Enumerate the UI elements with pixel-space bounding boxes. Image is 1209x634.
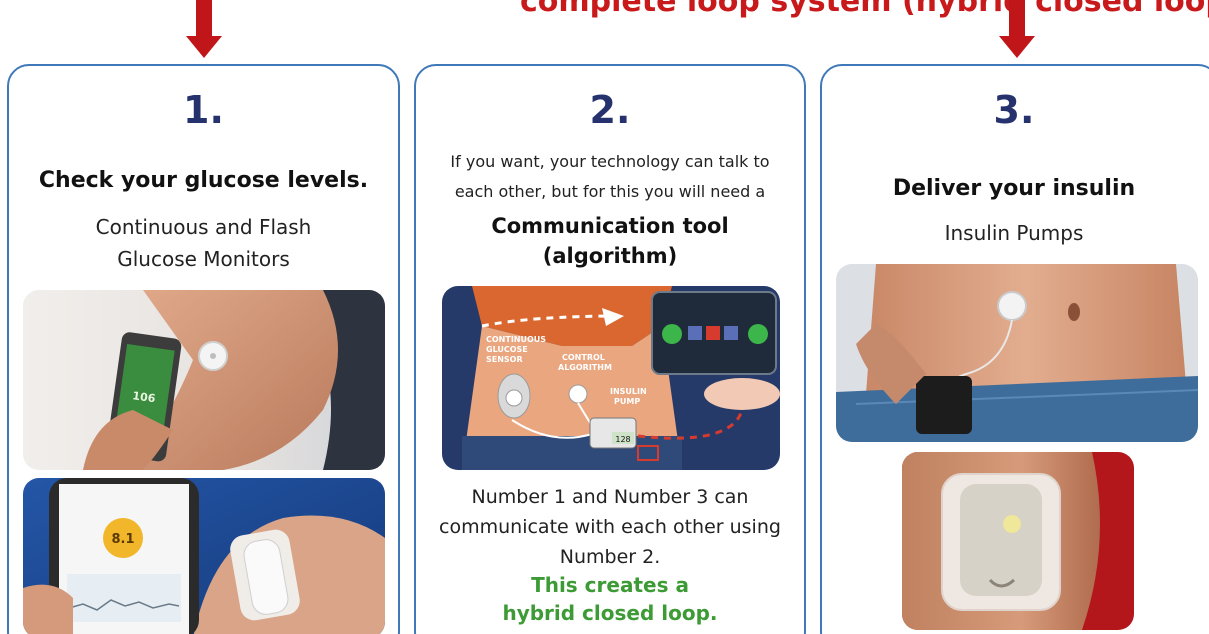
- panel-check-glucose: 1. Check your glucose levels. Continuous…: [7, 64, 400, 634]
- label-sensor-1: CONTINUOUS: [486, 335, 546, 344]
- insulin-pump-abdomen-photo: [836, 264, 1198, 442]
- panel-number: 2.: [589, 88, 631, 132]
- panel-intro-line1: If you want, your technology can talk to: [450, 152, 770, 171]
- highlight-line2: hybrid closed loop.: [502, 601, 718, 625]
- panel-intro-line2: each other, but for this you will need a: [454, 182, 766, 201]
- panel-subtitle-line2: Glucose Monitors: [117, 247, 290, 271]
- panel-body-line3: Number 2.: [559, 546, 661, 568]
- pump-reading: 128: [615, 435, 630, 444]
- panel-heading: Deliver your insulin: [892, 176, 1136, 201]
- down-arrow-icon-right: [999, 0, 1035, 60]
- panel-heading-line1: Communication tool: [491, 214, 729, 238]
- panel-body-line2: communicate with each other using: [439, 516, 781, 538]
- highlight-line1: This creates a: [531, 573, 689, 597]
- panel-subtitle: Insulin Pumps: [944, 221, 1084, 245]
- label-pump-2: PUMP: [614, 397, 640, 406]
- panel-heading: Check your glucose levels.: [38, 168, 369, 193]
- panel-heading-line2: (algorithm): [542, 244, 678, 268]
- panel-subtitle-line1: Continuous and Flash: [95, 215, 312, 239]
- continuous-glucose-monitor-photo: 8.1: [23, 478, 385, 634]
- label-sensor-3: SENSOR: [486, 355, 523, 364]
- cgm-app-reading: 8.1: [111, 532, 134, 547]
- panel-body-line1: Number 1 and Number 3 can: [471, 486, 749, 508]
- flash-glucose-monitor-photo: 106: [23, 290, 385, 470]
- patch-pump-photo: [902, 452, 1134, 630]
- panel-number: 3.: [993, 88, 1035, 132]
- label-algorithm-2: ALGORITHM: [558, 363, 612, 372]
- label-pump-1: INSULIN: [610, 387, 647, 396]
- closed-loop-illustration: CONTINUOUS GLUCOSE SENSOR CONTROL ALGORI…: [442, 286, 780, 470]
- panel-deliver-insulin: 3. Deliver your insulin Insulin Pumps: [820, 64, 1209, 634]
- label-sensor-2: GLUCOSE: [486, 345, 528, 354]
- panel-communication-tool: 2. If you want, your technology can talk…: [414, 64, 806, 634]
- panel-number: 1.: [183, 88, 224, 132]
- page-title: complete loop system (hybrid closed loop…: [520, 0, 1209, 19]
- label-algorithm-1: CONTROL: [562, 353, 605, 362]
- down-arrow-icon-left: [186, 0, 222, 60]
